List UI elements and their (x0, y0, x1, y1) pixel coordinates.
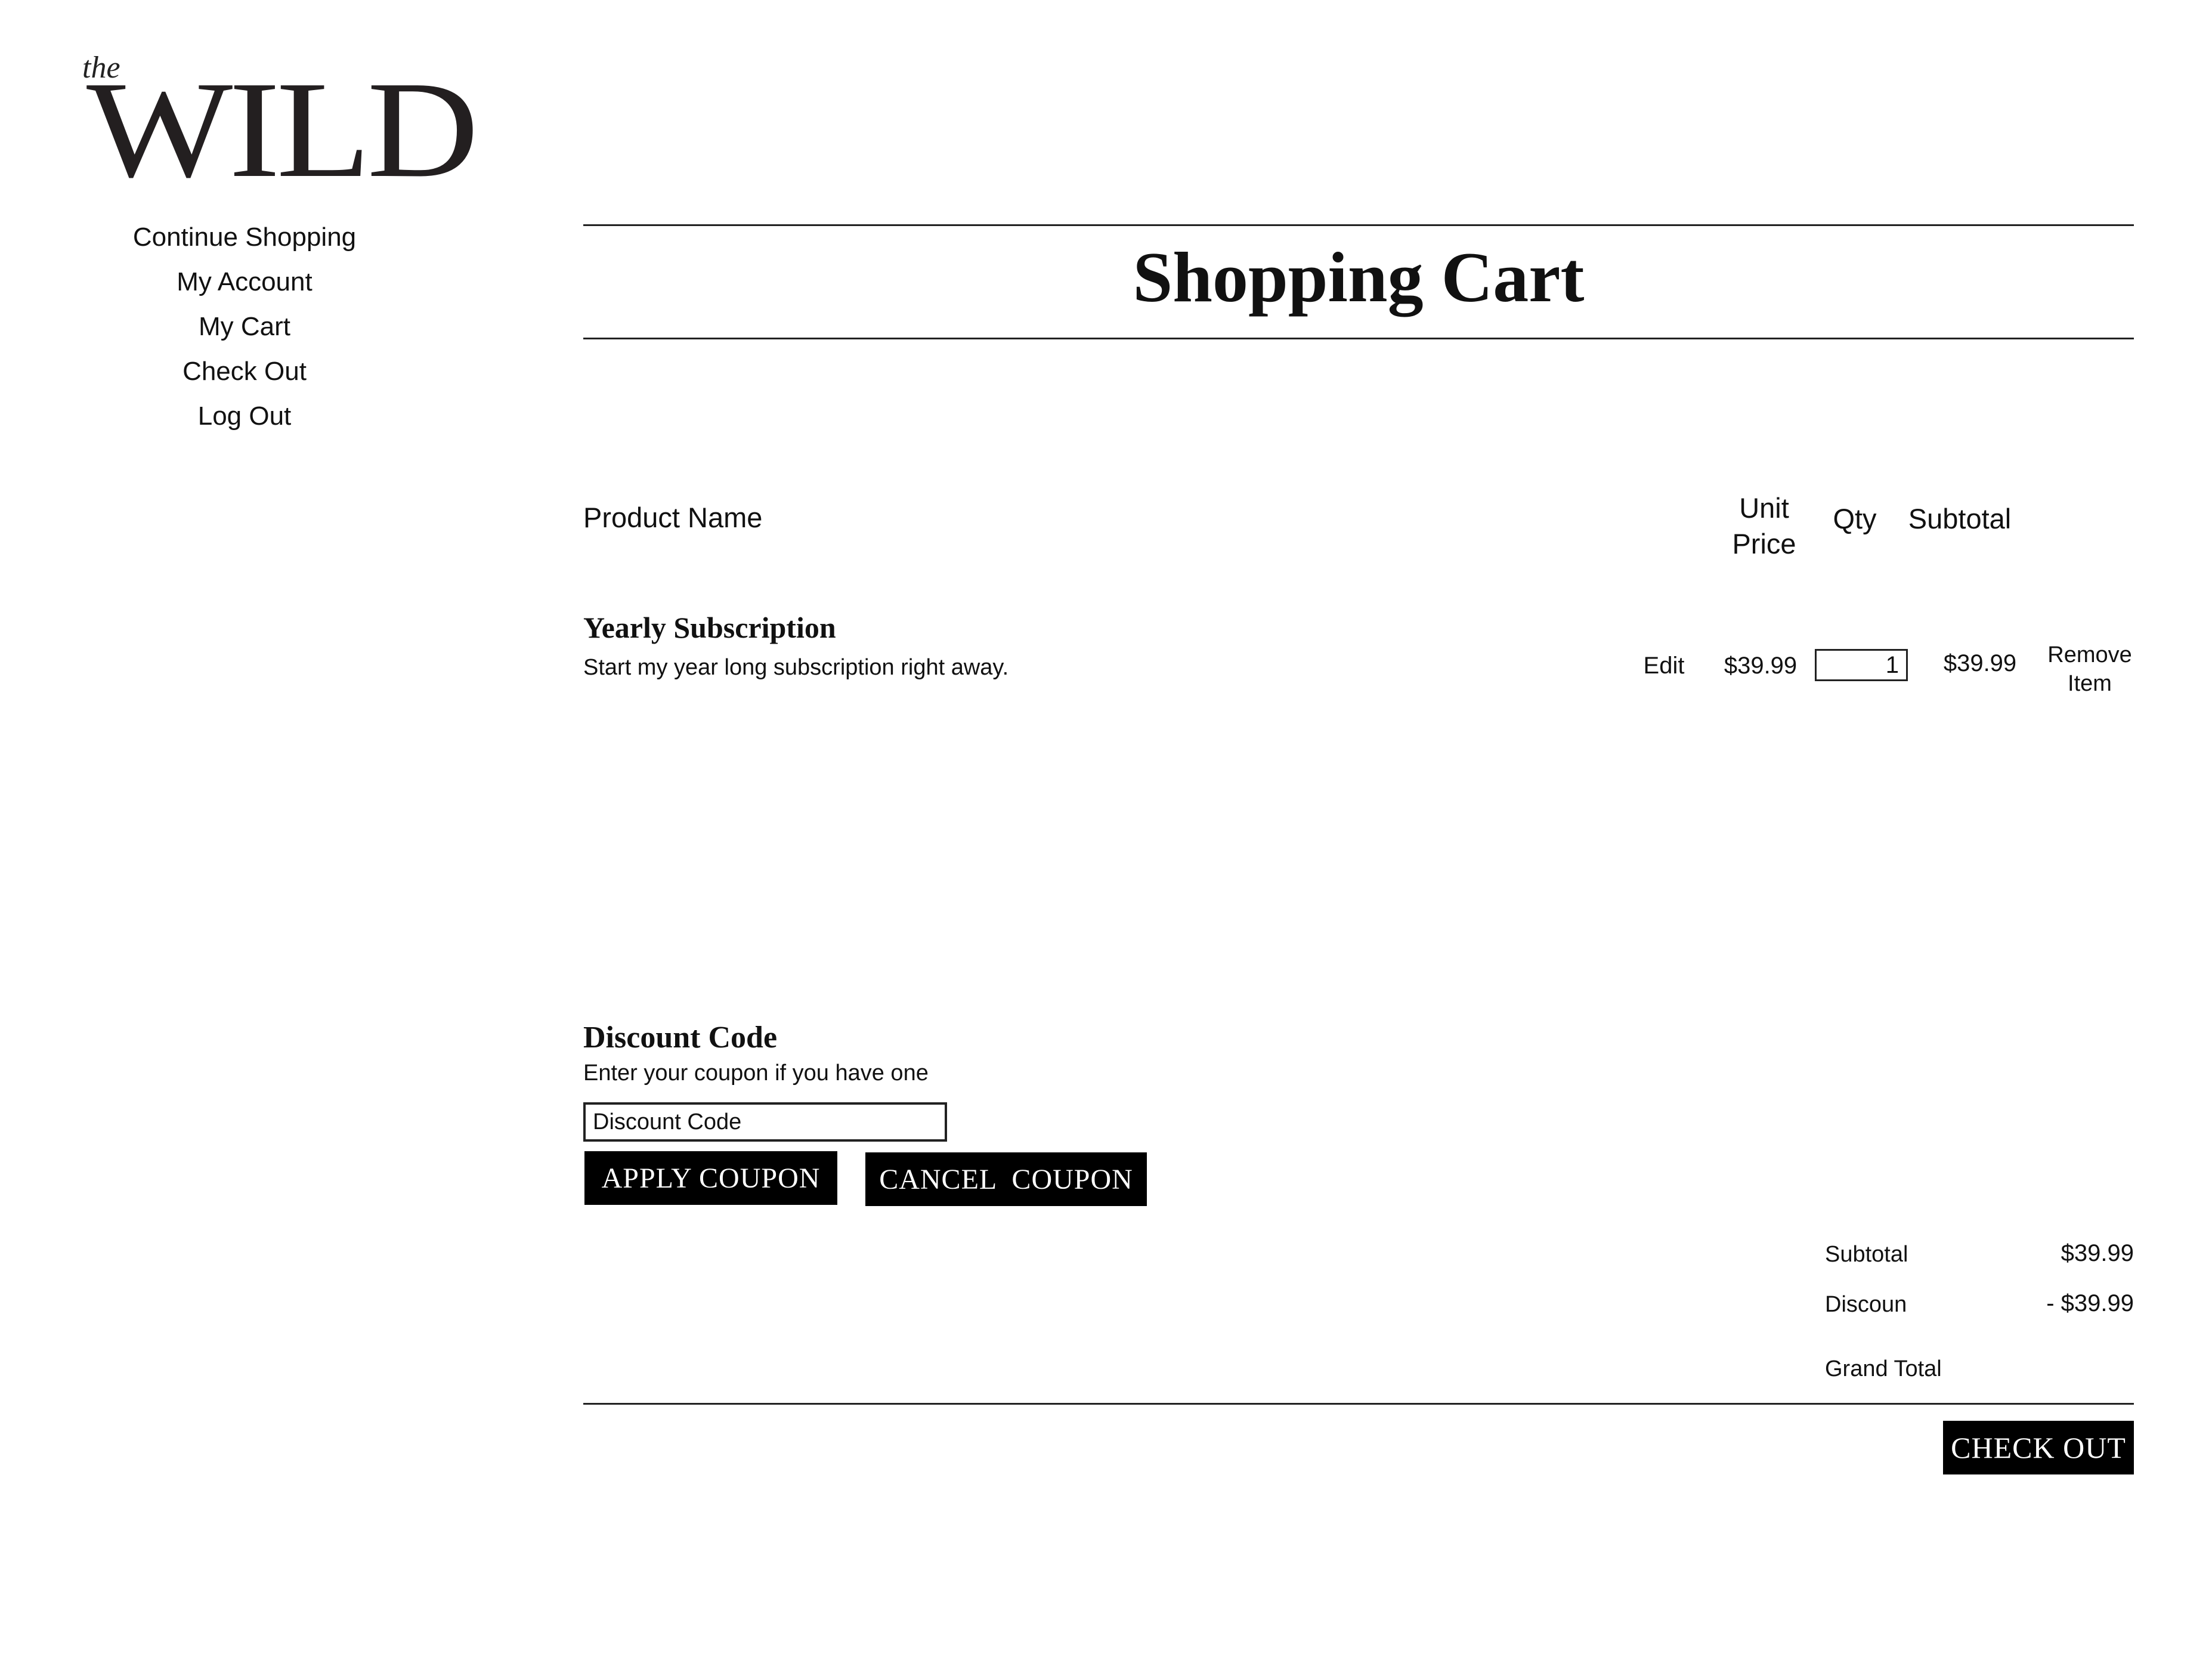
totals-rule (583, 1403, 2134, 1405)
title-bottom-rule (583, 338, 2134, 339)
col-header-qty: Qty (1833, 503, 1877, 534)
totals-discount-value: - $39.99 (2046, 1290, 2134, 1316)
product-name: Yearly Subscription (583, 611, 836, 644)
discount-subtitle: Enter your coupon if you have one (583, 1061, 929, 1086)
side-nav: Continue Shopping My Account My Cart Che… (78, 215, 412, 438)
logo[interactable]: WILD (86, 61, 479, 199)
title-top-rule (583, 224, 2134, 226)
totals-discount-label: Discoun (1825, 1292, 1907, 1317)
edit-link[interactable]: Edit (1634, 650, 1694, 681)
discount-code-input[interactable] (583, 1102, 947, 1142)
unit-price: $39.99 (1724, 653, 1798, 679)
totals-grand-total-label: Grand Total (1825, 1356, 1942, 1381)
nav-my-account[interactable]: My Account (78, 259, 412, 304)
nav-check-out[interactable]: Check Out (78, 349, 412, 394)
discount-title: Discount Code (583, 1021, 778, 1055)
row-subtotal: $39.99 (1943, 650, 2017, 676)
remove-item-link[interactable]: Remove Item (2042, 641, 2137, 698)
qty-input[interactable] (1815, 649, 1908, 681)
col-header-product-name: Product Name (583, 502, 763, 533)
totals-subtotal-value: $39.99 (2061, 1240, 2134, 1266)
apply-coupon-button[interactable]: APPLY COUPON (584, 1151, 837, 1205)
product-description: Start my year long subscription right aw… (583, 655, 1009, 680)
nav-my-cart[interactable]: My Cart (78, 304, 412, 349)
cancel-coupon-button[interactable]: CANCEL COUPON (865, 1152, 1147, 1206)
nav-continue-shopping[interactable]: Continue Shopping (78, 215, 412, 259)
remove-item-line1: Remove (2047, 642, 2132, 667)
page-title: Shopping Cart (1133, 237, 1585, 317)
nav-log-out[interactable]: Log Out (78, 394, 412, 438)
check-out-button[interactable]: CHECK OUT (1943, 1421, 2134, 1474)
remove-item-line2: Item (2068, 671, 2112, 696)
col-header-unit-price-line1: Unit (1739, 492, 1789, 524)
col-header-unit-price-line2: Price (1732, 528, 1796, 559)
col-header-subtotal: Subtotal (1908, 503, 2012, 534)
col-header-unit-price: Unit Price (1722, 490, 1806, 562)
